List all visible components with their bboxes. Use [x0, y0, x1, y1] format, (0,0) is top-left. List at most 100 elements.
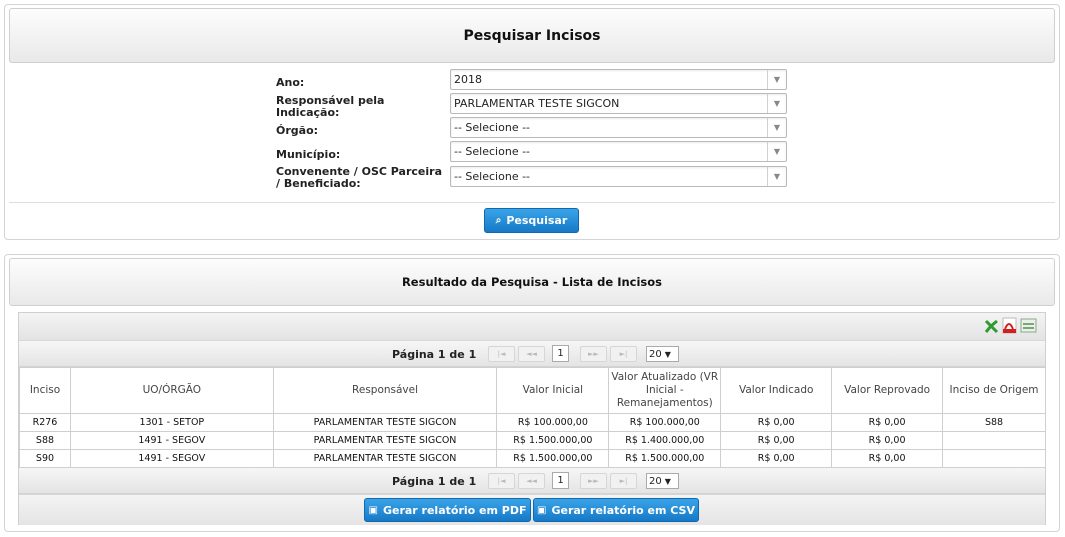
last-page-icon[interactable]: ►| [610, 346, 637, 362]
cell-valor-atualizado: R$ 1.400.000,00 [608, 431, 722, 450]
convenente-select-value: -- Selecione -- [454, 170, 531, 183]
chevron-down-icon: ▼ [664, 349, 671, 359]
page-size-value: 20 [649, 475, 662, 487]
convenente-select[interactable]: -- Selecione -- ▼ [450, 166, 787, 187]
field-municipio-row: Município: [276, 145, 451, 165]
municipio-select-value: -- Selecione -- [454, 145, 531, 158]
results-grid: Página 1 de 1 |◄ ◄◄ 1 ►► ►| 20 ▼ Inciso … [18, 312, 1046, 525]
table-header-row: Inciso UO/ÓRGÃO Responsável Valor Inicia… [19, 367, 1046, 414]
next-page-icon[interactable]: ►► [580, 346, 607, 362]
search-panel: Pesquisar Incisos Ano: 2018 ▼ Responsáve… [4, 4, 1060, 240]
column-header[interactable]: Responsável [272, 367, 498, 414]
column-header[interactable]: Inciso de Origem [942, 367, 1046, 414]
cell-valor-indicado: R$ 0,00 [720, 431, 833, 450]
cell-valor-atualizado: R$ 1.500.000,00 [608, 449, 722, 468]
column-header[interactable]: UO/ÓRGÃO [69, 367, 274, 414]
cell-inciso: S90 [19, 449, 71, 468]
csv-icon[interactable] [1020, 318, 1037, 333]
form-divider [9, 202, 1055, 203]
export-toolbar [19, 313, 1045, 341]
generate-csv-button[interactable]: ▣ Gerar relatório em CSV [533, 498, 699, 522]
cell-orgao: 1301 - SETOP [69, 413, 274, 432]
results-panel-title: Resultado da Pesquisa - Lista de Incisos [9, 258, 1055, 306]
search-button[interactable]: ⌕ Pesquisar [484, 208, 579, 233]
page-number-input[interactable]: 1 [552, 472, 569, 489]
field-orgao-row: Órgão: [276, 121, 451, 141]
search-button-label: Pesquisar [506, 214, 568, 227]
field-convenente-row: Convenente / OSC Parceira / Beneficiado: [276, 165, 446, 191]
search-panel-title: Pesquisar Incisos [9, 8, 1055, 63]
cell-responsavel: PARLAMENTAR TESTE SIGCON [272, 431, 498, 450]
cell-valor-atualizado: R$ 100.000,00 [608, 413, 722, 432]
document-icon: ▣ [368, 504, 378, 516]
column-header[interactable]: Inciso [19, 367, 71, 414]
column-header[interactable]: Valor Reprovado [831, 367, 944, 414]
page-size-value: 20 [649, 348, 662, 360]
results-table: Inciso UO/ÓRGÃO Responsável Valor Inicia… [19, 367, 1046, 468]
page-number-input[interactable]: 1 [552, 345, 569, 362]
first-page-icon[interactable]: |◄ [488, 346, 515, 362]
cell-inciso-origem [942, 449, 1046, 468]
page-info-text: Página 1 de 1 [392, 348, 477, 361]
field-label-responsavel: Responsável pela Indicação: [276, 94, 385, 119]
page-size-select[interactable]: 20 ▼ [646, 346, 679, 362]
next-page-icon[interactable]: ►► [580, 473, 607, 489]
cell-orgao: 1491 - SEGOV [69, 431, 274, 450]
orgao-select[interactable]: -- Selecione -- ▼ [450, 117, 787, 138]
responsavel-select[interactable]: PARLAMENTAR TESTE SIGCON ▼ [450, 93, 787, 114]
cell-valor-reprovado: R$ 0,00 [831, 449, 944, 468]
page-info-text: Página 1 de 1 [392, 475, 477, 488]
prev-page-icon[interactable]: ◄◄ [518, 473, 545, 489]
column-header[interactable]: Valor Indicado [720, 367, 833, 414]
search-icon: ⌕ [495, 215, 502, 226]
excel-icon[interactable] [984, 319, 999, 334]
chevron-down-icon: ▼ [664, 476, 671, 486]
chevron-down-icon[interactable]: ▼ [767, 94, 786, 113]
report-bar: ▣ Gerar relatório em PDF ▣ Gerar relatór… [19, 494, 1045, 525]
cell-inciso-origem: S88 [942, 413, 1046, 432]
prev-page-icon[interactable]: ◄◄ [518, 346, 545, 362]
chevron-down-icon[interactable]: ▼ [767, 167, 786, 186]
cell-responsavel: PARLAMENTAR TESTE SIGCON [272, 449, 498, 468]
chevron-down-icon[interactable]: ▼ [767, 142, 786, 161]
first-page-icon[interactable]: |◄ [488, 473, 515, 489]
cell-valor-indicado: R$ 0,00 [720, 413, 833, 432]
field-label-municipio: Município: [276, 148, 341, 161]
generate-pdf-button[interactable]: ▣ Gerar relatório em PDF [364, 498, 531, 522]
column-header[interactable]: Valor Inicial [496, 367, 610, 414]
cell-inciso-origem [942, 431, 1046, 450]
table-row[interactable]: R276 1301 - SETOP PARLAMENTAR TESTE SIGC… [19, 413, 1046, 432]
generate-csv-label: Gerar relatório em CSV [551, 503, 695, 517]
column-header[interactable]: Valor Atualizado (VR Inicial - Remanejam… [608, 367, 722, 414]
cell-valor-reprovado: R$ 0,00 [831, 431, 944, 450]
ano-select-value: 2018 [454, 73, 482, 86]
pdf-icon[interactable] [1002, 317, 1017, 334]
table-row[interactable]: S88 1491 - SEGOV PARLAMENTAR TESTE SIGCO… [19, 431, 1046, 450]
cell-inciso: R276 [19, 413, 71, 432]
results-panel: Resultado da Pesquisa - Lista de Incisos… [4, 254, 1060, 532]
municipio-select[interactable]: -- Selecione -- ▼ [450, 141, 787, 162]
responsavel-select-value: PARLAMENTAR TESTE SIGCON [454, 97, 620, 110]
generate-pdf-label: Gerar relatório em PDF [382, 503, 527, 517]
last-page-icon[interactable]: ►| [610, 473, 637, 489]
field-ano-row: Ano: [276, 73, 451, 93]
cell-orgao: 1491 - SEGOV [69, 449, 274, 468]
cell-valor-inicial: R$ 1.500.000,00 [496, 449, 610, 468]
field-responsavel-row: Responsável pela Indicação: [276, 94, 451, 119]
ano-select[interactable]: 2018 ▼ [450, 69, 787, 90]
document-icon: ▣ [537, 504, 547, 516]
pager-bottom: Página 1 de 1 |◄ ◄◄ 1 ►► ►| 20 ▼ [19, 468, 1045, 494]
pager-top: Página 1 de 1 |◄ ◄◄ 1 ►► ►| 20 ▼ [19, 341, 1045, 367]
page-size-select[interactable]: 20 ▼ [646, 473, 679, 489]
cell-responsavel: PARLAMENTAR TESTE SIGCON [272, 413, 498, 432]
cell-valor-inicial: R$ 100.000,00 [496, 413, 610, 432]
cell-valor-reprovado: R$ 0,00 [831, 413, 944, 432]
field-label-ano: Ano: [276, 76, 305, 89]
field-label-convenente: Convenente / OSC Parceira / Beneficiado: [276, 165, 442, 190]
cell-inciso: S88 [19, 431, 71, 450]
table-row[interactable]: S90 1491 - SEGOV PARLAMENTAR TESTE SIGCO… [19, 449, 1046, 468]
chevron-down-icon[interactable]: ▼ [767, 70, 786, 89]
cell-valor-inicial: R$ 1.500.000,00 [496, 431, 610, 450]
chevron-down-icon[interactable]: ▼ [767, 118, 786, 137]
cell-valor-indicado: R$ 0,00 [720, 449, 833, 468]
